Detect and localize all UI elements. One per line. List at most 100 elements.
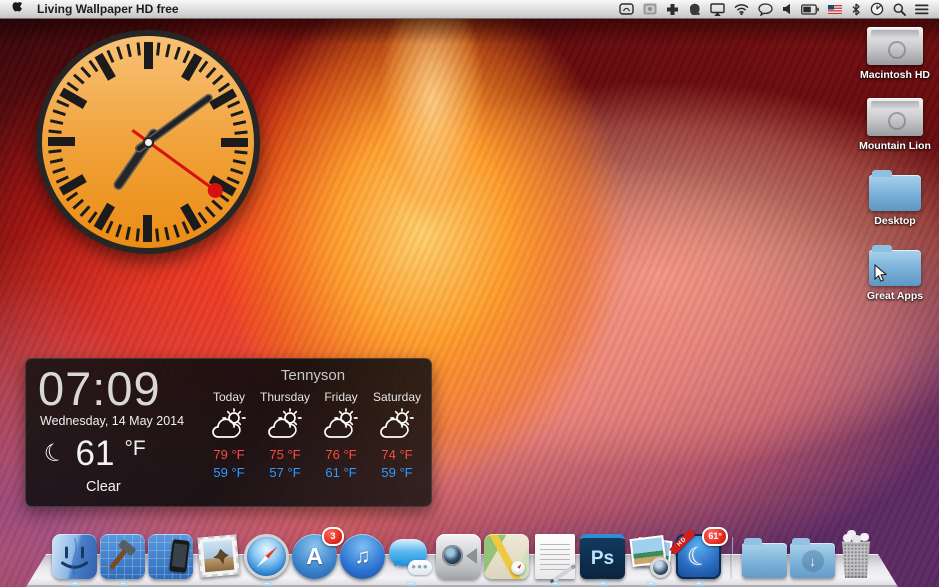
trash-paper-glyph <box>843 534 869 544</box>
screen-capture-icon[interactable] <box>643 2 657 17</box>
itunes-icon: ♫ <box>340 534 385 579</box>
dock-item-safari[interactable] <box>244 534 289 579</box>
dock-item-photoshop[interactable]: Ps <box>580 534 625 579</box>
dock-separator <box>730 537 733 579</box>
forecast-low-temp: 59 °F <box>381 465 412 480</box>
compass-glyph <box>511 561 525 575</box>
iphoto-icon <box>628 534 673 579</box>
bluetooth-icon[interactable] <box>851 2 861 17</box>
partly-cloudy-icon <box>376 407 418 445</box>
partly-cloudy-icon <box>320 407 362 445</box>
location-label: Tennyson <box>195 367 431 384</box>
textedit-paper-icon <box>535 534 575 579</box>
spotlight-search-icon[interactable] <box>893 2 906 17</box>
forecast-high-temp: 75 °F <box>269 447 300 462</box>
weather-forecast-panel: Tennyson Today 79 °F 59 °F Thursday 75 °… <box>195 359 431 506</box>
forecast-day-label: Saturday <box>373 390 421 404</box>
battery-icon[interactable] <box>801 2 819 17</box>
hard-drive-icon <box>867 98 923 136</box>
partly-cloudy-icon <box>208 407 250 445</box>
dock-item-itunes[interactable]: ♫ <box>340 534 385 579</box>
mouse-cursor <box>874 264 887 288</box>
desktop-icon-macintosh-hd[interactable]: Macintosh HD <box>860 27 930 81</box>
clock-center-cap <box>143 137 154 148</box>
desktop-icon-column: Macintosh HD Mountain Lion Desktop Great… <box>856 27 934 319</box>
temperature-badge: 61° <box>702 527 728 546</box>
dock-item-ios-simulator[interactable] <box>148 534 193 579</box>
dock-item-folder[interactable] <box>742 539 787 579</box>
forecast-high-temp: 76 °F <box>325 447 356 462</box>
dock-item-app-store[interactable]: A 3 <box>292 534 337 579</box>
forecast-low-temp: 57 °F <box>269 465 300 480</box>
temperature-unit: °F <box>124 437 145 461</box>
chat-bubble-icon[interactable] <box>758 2 773 17</box>
desktop: Living Wallpaper HD free <box>0 0 939 587</box>
plus-icon[interactable] <box>666 2 679 17</box>
wallpaper-frame-icon[interactable] <box>619 2 634 17</box>
active-app-menu-title[interactable]: Living Wallpaper HD free <box>37 2 179 16</box>
maps-icon <box>484 534 529 579</box>
current-temperature: 61 <box>76 434 115 474</box>
desktop-icon-desktop-folder[interactable]: Desktop <box>869 169 921 227</box>
moon-crescent-icon: ☾ <box>40 437 69 471</box>
camera-lens-glyph <box>650 557 671 578</box>
clock-tick-ring <box>42 36 254 248</box>
date-text: Wednesday, 14 May 2014 <box>40 414 195 428</box>
menu-bar: Living Wallpaper HD free <box>0 0 939 19</box>
forecast-high-temp: 74 °F <box>381 447 412 462</box>
dock-item-trash[interactable] <box>838 535 874 579</box>
forecast-day-label: Today <box>213 390 245 404</box>
downloads-folder-icon: ↓ <box>790 543 835 578</box>
desktop-icon-mountain-lion[interactable]: Mountain Lion <box>859 98 931 152</box>
facetime-camera-icon <box>436 534 481 579</box>
dock-item-mail[interactable] <box>196 534 241 579</box>
forecast-low-temp: 59 °F <box>213 465 244 480</box>
folder-icon <box>742 543 787 578</box>
hard-drive-icon <box>867 27 923 65</box>
app-store-badge: 3 <box>322 527 344 546</box>
notification-center-icon[interactable] <box>915 2 929 17</box>
desktop-icon-label: Desktop <box>874 215 915 227</box>
forecast-column: Saturday 74 °F 59 °F <box>369 390 425 480</box>
forecast-column: Friday 76 °F 61 °F <box>313 390 369 480</box>
dock-item-xcode[interactable] <box>100 534 145 579</box>
safari-compass-icon <box>244 534 289 579</box>
ios-simulator-icon <box>148 534 193 579</box>
forecast-column: Today 79 °F 59 °F <box>201 390 257 480</box>
dock-item-finder[interactable] <box>52 534 97 579</box>
dock: A 3 ♫ ●●● Ps <box>52 534 874 579</box>
evernote-icon[interactable] <box>688 2 701 17</box>
input-source-us-flag-icon[interactable] <box>828 2 842 17</box>
finder-icon <box>52 534 97 579</box>
dock-item-iphoto[interactable] <box>628 534 673 579</box>
dock-item-downloads[interactable]: ↓ <box>790 539 835 579</box>
airplay-display-icon[interactable] <box>710 2 725 17</box>
dock-item-textedit[interactable] <box>532 534 577 579</box>
trash-basket-icon <box>840 540 872 578</box>
forecast-day-label: Friday <box>324 390 357 404</box>
forecast-day-label: Thursday <box>260 390 310 404</box>
dock-item-messages[interactable]: ●●● <box>388 534 433 579</box>
dock-item-living-wallpaper-hd[interactable]: ☾ HD 61° <box>676 534 721 579</box>
wifi-icon[interactable] <box>734 2 749 17</box>
download-arrow-glyph: ↓ <box>802 550 824 572</box>
forecast-low-temp: 61 °F <box>325 465 356 480</box>
dock-item-facetime[interactable] <box>436 534 481 579</box>
volume-icon[interactable] <box>782 2 792 17</box>
desktop-icon-label: Macintosh HD <box>860 69 930 81</box>
weather-widget[interactable]: 07:09 Wednesday, 14 May 2014 ☾ 61 °F Cle… <box>25 358 432 507</box>
desktop-icon-label: Mountain Lion <box>859 140 931 152</box>
partly-cloudy-icon <box>264 407 306 445</box>
forecast-column: Thursday 75 °F 57 °F <box>257 390 313 480</box>
analog-clock-widget[interactable] <box>36 30 260 254</box>
photoshop-icon: Ps <box>580 534 625 579</box>
apple-logo-icon[interactable] <box>12 2 25 17</box>
desktop-icon-label: Great Apps <box>867 290 923 302</box>
forecast-high-temp: 79 °F <box>213 447 244 462</box>
iphone-glyph <box>169 539 190 573</box>
dock-item-maps[interactable] <box>484 534 529 579</box>
messages-bubbles-icon: ●●● <box>388 534 433 579</box>
condition-text: Clear <box>86 479 195 495</box>
analog-clock-icon[interactable] <box>870 2 884 17</box>
mail-stamp-icon <box>196 534 241 579</box>
